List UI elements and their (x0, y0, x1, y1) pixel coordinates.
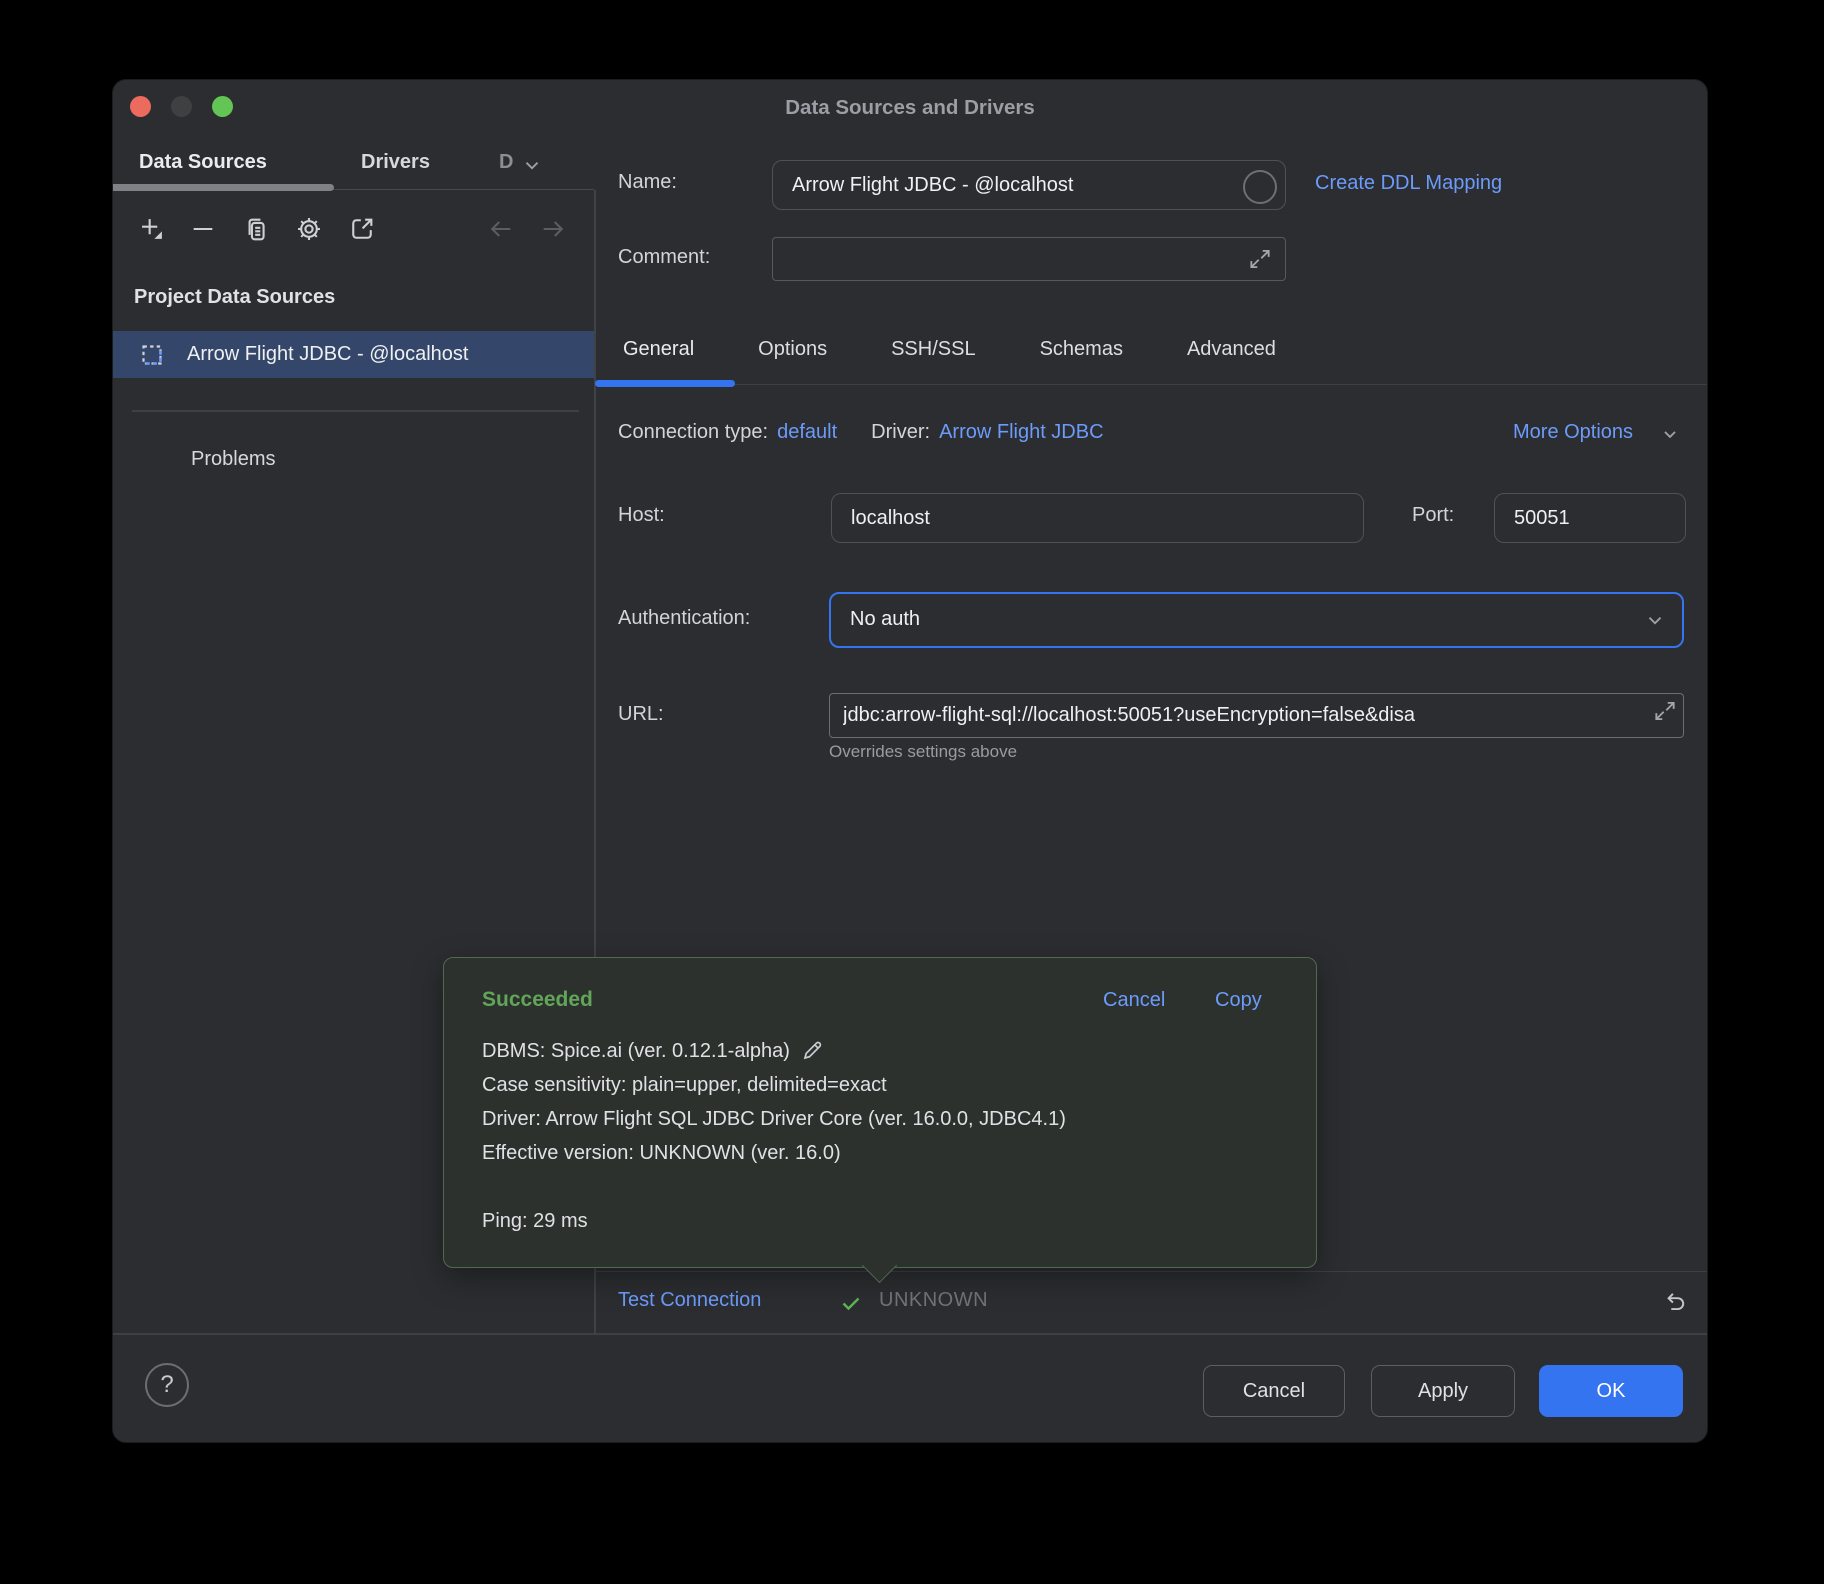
more-options-link[interactable]: More Options (1513, 421, 1633, 444)
name-spinner-icon (1243, 170, 1277, 204)
apply-button[interactable]: Apply (1371, 1365, 1515, 1417)
name-input[interactable] (772, 160, 1286, 210)
data-source-table-icon (139, 342, 165, 373)
active-tab-underline (595, 380, 735, 387)
sidebar-item-arrow-flight-jdbc[interactable]: Arrow Flight JDBC - @localhost (113, 331, 594, 378)
url-hint-text: Overrides settings above (829, 742, 1017, 762)
tab-general[interactable]: General (623, 338, 694, 361)
popup-driver-line: Driver: Arrow Flight SQL JDBC Driver Cor… (482, 1106, 1066, 1132)
duplicate-button[interactable] (242, 215, 270, 243)
cancel-button[interactable]: Cancel (1203, 1365, 1345, 1417)
open-in-new-icon[interactable] (348, 215, 376, 243)
tab-ssh-ssl[interactable]: SSH/SSL (891, 338, 975, 361)
data-sources-dialog: Data Sources and Drivers Data Sources Dr… (112, 79, 1708, 1443)
host-label: Host: (618, 504, 665, 527)
chevron-down-icon[interactable] (521, 154, 543, 176)
expand-url-icon[interactable] (1652, 698, 1678, 724)
settings-gear-icon[interactable] (295, 215, 323, 243)
popup-ping-line: Ping: 29 ms (482, 1208, 588, 1234)
name-label: Name: (618, 171, 677, 194)
test-connection-result-popup: Succeeded Cancel Copy DBMS: Spice.ai (ve… (443, 957, 1317, 1268)
bottom-bar-divider (113, 1333, 1707, 1335)
help-button[interactable]: ? (145, 1363, 189, 1407)
create-ddl-mapping-link[interactable]: Create DDL Mapping (1315, 172, 1502, 195)
form-tabbar: General Options SSH/SSL Schemas Advanced (623, 338, 1276, 361)
data-source-name: Arrow Flight JDBC - @localhost (187, 331, 468, 378)
authentication-value: No auth (831, 594, 1682, 645)
popup-case-sensitivity-line: Case sensitivity: plain=upper, delimited… (482, 1072, 887, 1098)
ok-button[interactable]: OK (1539, 1365, 1683, 1417)
tab-advanced[interactable]: Advanced (1187, 338, 1276, 361)
connection-type-label: Connection type: (618, 421, 768, 444)
popup-copy-link[interactable]: Copy (1215, 989, 1262, 1012)
tab-schemas[interactable]: Schemas (1040, 338, 1123, 361)
driver-value-link[interactable]: Arrow Flight JDBC (939, 421, 1103, 444)
tab-options[interactable]: Options (758, 338, 827, 361)
tabbar-divider (594, 384, 1707, 385)
popup-cancel-link[interactable]: Cancel (1103, 989, 1165, 1012)
authentication-label: Authentication: (618, 607, 750, 630)
more-options-chevron-icon[interactable] (1660, 424, 1680, 444)
back-arrow-icon[interactable] (487, 215, 515, 243)
sidebar-item-problems[interactable]: Problems (191, 448, 275, 471)
add-button[interactable] (138, 215, 166, 243)
port-input[interactable] (1494, 493, 1686, 543)
connection-type-value-link[interactable]: default (777, 421, 837, 444)
edit-pencil-icon[interactable] (800, 1039, 824, 1063)
comment-label: Comment: (618, 246, 710, 269)
host-input[interactable] (831, 493, 1364, 543)
url-input[interactable] (829, 693, 1684, 738)
authentication-select[interactable]: No auth (829, 592, 1684, 648)
test-result-text: UNKNOWN (879, 1289, 988, 1312)
expand-comment-icon[interactable] (1247, 246, 1273, 272)
sidebar-separator (132, 410, 579, 412)
popup-effective-version-line: Effective version: UNKNOWN (ver. 16.0) (482, 1140, 841, 1166)
dialog-title: Data Sources and Drivers (113, 96, 1707, 120)
remove-button[interactable] (189, 215, 217, 243)
success-check-icon (839, 1291, 863, 1315)
selected-tab-underline (113, 184, 334, 191)
port-label: Port: (1412, 504, 1454, 527)
forward-arrow-icon[interactable] (539, 215, 567, 243)
undo-icon[interactable] (1661, 1289, 1687, 1315)
project-data-sources-header: Project Data Sources (134, 286, 335, 309)
url-label: URL: (618, 703, 664, 726)
popup-dbms-line: DBMS: Spice.ai (ver. 0.12.1-alpha) (482, 1038, 824, 1064)
tab-drivers[interactable]: Drivers (361, 151, 430, 174)
comment-input[interactable] (772, 237, 1286, 281)
tab-data-sources[interactable]: Data Sources (139, 151, 267, 174)
driver-label: Driver: (871, 421, 930, 444)
connection-type-row: Connection type: default Driver: Arrow F… (618, 421, 1104, 444)
tab-truncated[interactable]: D (499, 151, 513, 174)
popup-status-text: Succeeded (482, 988, 593, 1012)
select-chevron-down-icon (1644, 609, 1666, 631)
test-connection-link[interactable]: Test Connection (618, 1289, 761, 1312)
footer-strip-divider (594, 1271, 1707, 1272)
